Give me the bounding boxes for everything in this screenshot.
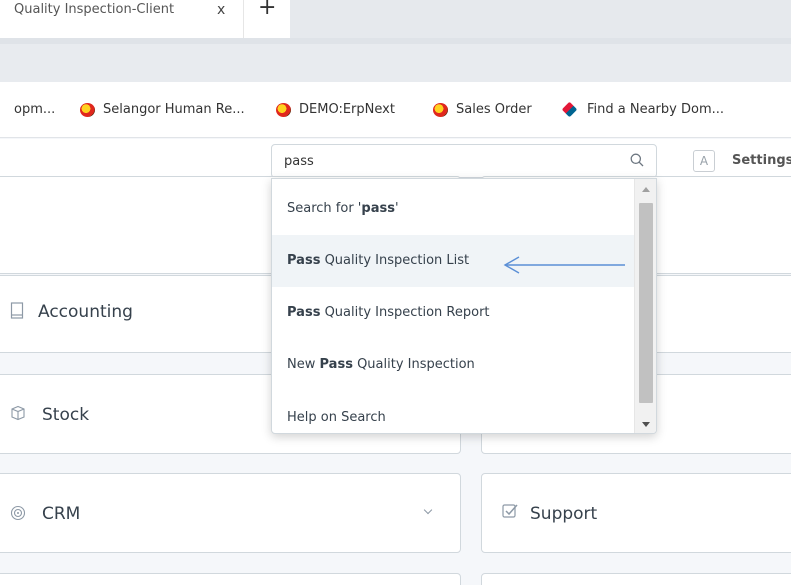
scroll-up-arrow-icon[interactable] <box>642 187 650 192</box>
suggestion-suffix: Quality Inspection List <box>320 253 470 268</box>
chevron-down-icon[interactable] <box>423 505 433 515</box>
awesomebar-search[interactable] <box>271 144 657 178</box>
new-tab-icon[interactable]: + <box>258 0 276 20</box>
suggestion-prefix: Search for ' <box>287 201 362 216</box>
bookmark-label: DEMO:ErpNext <box>299 102 395 117</box>
module-card-bottom-right <box>481 573 791 585</box>
suggestion-prefix: New <box>287 357 320 372</box>
browser-tab-title: Quality Inspection-Client <box>14 1 175 17</box>
dropdown-scrollbar[interactable] <box>634 179 656 433</box>
module-label: CRM <box>42 504 81 524</box>
bookmark-label: opm... <box>14 102 56 117</box>
module-label: Accounting <box>38 302 133 322</box>
avatar[interactable]: A <box>693 150 715 172</box>
suggestion-prefix: Help on Search <box>287 410 386 425</box>
scroll-down-arrow-icon[interactable] <box>642 422 650 427</box>
bookmark-item[interactable]: opm... <box>14 102 55 117</box>
module-card-bottom-left <box>0 573 461 585</box>
suggestion-pass-quality-inspection-report[interactable]: Pass Quality Inspection Report <box>272 287 634 339</box>
selangor-logo-icon <box>276 102 291 117</box>
suggestion-bold: Pass <box>319 357 353 372</box>
suggestion-new-pass-quality-inspection[interactable]: New Pass Quality Inspection <box>272 339 634 391</box>
module-card-crm[interactable]: CRM <box>0 473 461 553</box>
browser-tab-strip: Quality Inspection-Client x + <box>0 0 791 38</box>
bookmark-label: Sales Order <box>456 102 532 117</box>
close-icon[interactable]: x <box>217 2 225 18</box>
bookmark-item[interactable]: Find a Nearby Dom... <box>561 101 725 118</box>
suggestion-search-for[interactable]: Search for 'pass' <box>272 183 634 235</box>
suggestion-bold: Pass <box>287 253 321 268</box>
suggestion-help-on-search[interactable]: Help on Search <box>272 392 634 433</box>
selangor-logo-icon <box>80 102 95 117</box>
settings-dropdown[interactable]: Settings <box>732 153 791 168</box>
checkbox-icon <box>502 503 518 523</box>
crm-icon <box>10 504 26 526</box>
browser-tab[interactable]: Quality Inspection-Client x <box>0 0 244 38</box>
suggestion-suffix: Quality Inspection <box>352 357 475 372</box>
scrollbar-thumb[interactable] <box>639 203 653 403</box>
selangor-logo-icon <box>433 102 448 117</box>
module-card-support[interactable]: Support <box>481 473 791 553</box>
annotation-arrow-icon <box>503 256 625 274</box>
module-label: Support <box>530 504 598 524</box>
search-input[interactable] <box>284 146 614 176</box>
bookmark-label: Find a Nearby Dom... <box>587 102 725 117</box>
tab-strip-empty <box>290 0 791 38</box>
browser-toolbar <box>0 38 791 82</box>
dominos-logo-icon <box>561 101 578 118</box>
box-icon <box>10 405 26 425</box>
bookmark-label: Selangor Human Re... <box>103 102 245 117</box>
bookmark-item[interactable]: Selangor Human Re... <box>80 102 245 117</box>
bookmark-item[interactable]: DEMO:ErpNext <box>276 102 395 117</box>
suggestion-suffix: ' <box>394 201 399 216</box>
suggestion-bold: pass <box>361 201 395 216</box>
bookmarks-bar: opm... Selangor Human Re... DEMO:ErpNext… <box>0 82 791 138</box>
search-suggestions-dropdown: Search for 'pass' Pass Quality Inspectio… <box>271 178 657 434</box>
accounting-icon <box>10 302 24 324</box>
suggestion-bold: Pass <box>287 305 321 320</box>
module-label: Stock <box>42 405 90 425</box>
search-icon[interactable] <box>630 153 644 167</box>
suggestion-suffix: Quality Inspection Report <box>320 305 490 320</box>
bookmark-item[interactable]: Sales Order <box>433 102 532 117</box>
